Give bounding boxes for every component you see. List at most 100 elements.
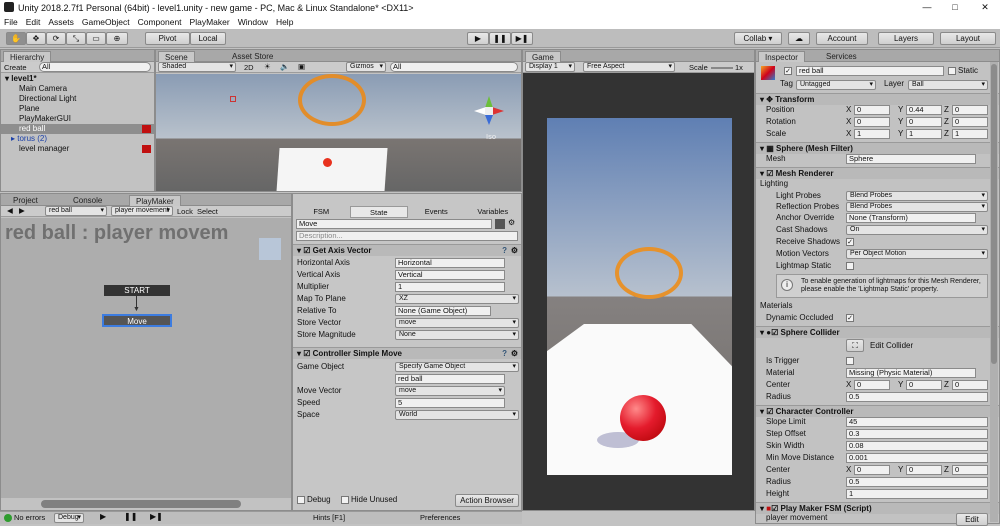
tab-variables[interactable]: Variables xyxy=(465,206,522,218)
menu-help[interactable]: Help xyxy=(276,17,293,27)
plane-object[interactable] xyxy=(276,148,388,191)
hierarchy-item[interactable]: Main Camera xyxy=(1,84,154,94)
skin-width-input[interactable]: 0.08 xyxy=(846,441,988,451)
step-button[interactable]: ▶❚ xyxy=(511,32,533,45)
layers-dropdown[interactable]: Layers xyxy=(878,32,934,45)
tab-services[interactable]: Services xyxy=(820,51,863,62)
action-browser-button[interactable]: Action Browser xyxy=(455,494,519,507)
layer-dropdown[interactable]: Ball xyxy=(908,80,988,90)
graph-horizontal-scrollbar[interactable] xyxy=(41,500,241,508)
hide-unused-checkbox[interactable] xyxy=(341,496,349,504)
store-magnitude-dropdown[interactable]: None xyxy=(395,330,519,340)
hierarchy-item[interactable]: Plane xyxy=(1,104,154,114)
hierarchy-item[interactable]: level manager xyxy=(1,144,154,154)
play-icon[interactable]: ▶ xyxy=(100,512,106,521)
hierarchy-search-input[interactable]: All xyxy=(39,62,151,72)
hand-tool-icon[interactable]: ✋ xyxy=(6,32,26,45)
torus-object[interactable] xyxy=(298,74,366,126)
position-x-input[interactable]: 0 xyxy=(854,105,890,115)
rotation-y-input[interactable]: 0 xyxy=(906,117,942,127)
tab-console[interactable]: Console xyxy=(67,195,108,206)
slope-limit-input[interactable]: 45 xyxy=(846,417,988,427)
character-controller-header[interactable]: ▾ ☑ Character Controller xyxy=(756,405,999,417)
min-move-distance-input[interactable]: 0.001 xyxy=(846,453,988,463)
scale-slider[interactable] xyxy=(711,67,733,69)
controller-simple-move-header[interactable]: ▾ ☑ Controller Simple Move ? ⚙ xyxy=(293,347,521,359)
receive-shadows-checkbox[interactable]: ✓ xyxy=(846,238,854,246)
state-color-swatch[interactable] xyxy=(495,219,505,229)
materials-foldout[interactable]: Materials xyxy=(760,301,792,311)
vertical-axis-input[interactable]: Vertical xyxy=(395,270,505,280)
tab-project[interactable]: Project xyxy=(7,195,44,206)
lighting-toggle-icon[interactable]: ☀ xyxy=(264,62,271,71)
scene-search-input[interactable]: All xyxy=(390,62,518,72)
move-tool-icon[interactable]: ✥ xyxy=(26,32,46,45)
relative-to-field[interactable]: None (Game Object) xyxy=(395,306,491,316)
tab-state[interactable]: State xyxy=(349,206,408,218)
motion-vectors-dropdown[interactable]: Per Object Motion xyxy=(846,249,988,259)
cast-shadows-dropdown[interactable]: On xyxy=(846,225,988,235)
tab-events[interactable]: Events xyxy=(408,206,465,218)
object-name-input[interactable]: red ball xyxy=(796,66,944,76)
collider-center-y[interactable]: 0 xyxy=(906,380,942,390)
tab-inspector[interactable]: Inspector xyxy=(758,51,805,62)
shading-dropdown[interactable]: Shaded xyxy=(158,62,236,72)
horizontal-axis-input[interactable]: Horizontal xyxy=(395,258,505,268)
scene-root[interactable]: ▾ level1* xyxy=(1,74,154,84)
edit-fsm-button[interactable]: Edit xyxy=(956,513,988,526)
play-button[interactable]: ▶ xyxy=(467,32,489,45)
collider-center-x[interactable]: 0 xyxy=(854,380,890,390)
multiplier-input[interactable]: 1 xyxy=(395,282,505,292)
edit-collider-icon[interactable]: ⛶ xyxy=(846,339,864,352)
hierarchy-item[interactable]: PlayMakerGUI xyxy=(1,114,154,124)
rect-tool-icon[interactable]: ▭ xyxy=(86,32,106,45)
scene-viewport[interactable]: Iso xyxy=(156,74,521,191)
tag-dropdown[interactable]: Untagged xyxy=(796,80,876,90)
controller-center-z[interactable]: 0 xyxy=(952,465,988,475)
space-dropdown[interactable]: World xyxy=(395,410,519,420)
cloud-icon[interactable]: ☁ xyxy=(788,32,810,45)
lighting-foldout[interactable]: Lighting xyxy=(760,179,788,189)
forward-arrow-icon[interactable]: ▶ xyxy=(19,206,25,215)
light-probes-dropdown[interactable]: Blend Probes xyxy=(846,191,988,201)
gizmos-dropdown[interactable]: Gizmos xyxy=(346,62,386,72)
collider-center-z[interactable]: 0 xyxy=(952,380,988,390)
inspector-scrollbar[interactable] xyxy=(990,62,998,522)
scale-tool-icon[interactable]: ⤡ xyxy=(66,32,86,45)
controller-radius-input[interactable]: 0.5 xyxy=(846,477,988,487)
tab-game[interactable]: Game xyxy=(525,51,561,62)
menu-playmaker[interactable]: PlayMaker xyxy=(190,17,230,27)
tab-fsm[interactable]: FSM xyxy=(293,206,350,218)
hierarchy-item[interactable]: ▸ torus (2) xyxy=(1,134,154,144)
start-event[interactable]: START xyxy=(104,285,170,296)
dynamic-occluded-checkbox[interactable]: ✓ xyxy=(846,314,854,322)
store-vector-dropdown[interactable]: move xyxy=(395,318,519,328)
lightmap-static-checkbox[interactable] xyxy=(846,262,854,270)
position-z-input[interactable]: 0 xyxy=(952,105,988,115)
collab-button[interactable]: Collab ▾ xyxy=(734,32,782,45)
scene-orientation-gizmo[interactable] xyxy=(474,96,504,126)
is-trigger-checkbox[interactable] xyxy=(846,357,854,365)
fsm-dropdown[interactable]: player movement xyxy=(111,206,173,216)
rotate-tool-icon[interactable]: ⟳ xyxy=(46,32,66,45)
hierarchy-item[interactable]: Directional Light xyxy=(1,94,154,104)
physic-material-field[interactable]: Missing (Physic Material) xyxy=(846,368,976,378)
move-vector-dropdown[interactable]: move xyxy=(395,386,505,396)
reflection-probes-dropdown[interactable]: Blend Probes xyxy=(846,202,988,212)
minimize-button[interactable]: — xyxy=(912,0,942,15)
close-button[interactable]: ✕ xyxy=(970,0,1000,15)
fsm-graph-canvas[interactable]: red ball : player movem START ▼ Move xyxy=(1,218,291,498)
effects-toggle-icon[interactable]: ▣ xyxy=(298,62,305,71)
mesh-filter-header[interactable]: ▾ ▦ Sphere (Mesh Filter) xyxy=(756,142,999,154)
ball-object[interactable] xyxy=(323,158,332,167)
back-arrow-icon[interactable]: ◀ xyxy=(7,206,13,215)
gear-icon[interactable]: ⚙ xyxy=(511,245,518,256)
game-object-field[interactable]: red ball xyxy=(395,374,505,384)
pause-icon[interactable]: ❚❚ xyxy=(124,512,137,521)
scale-x-input[interactable]: 1 xyxy=(854,129,890,139)
get-axis-vector-header[interactable]: ▾ ☑ Get Axis Vector ? ⚙ xyxy=(293,244,521,256)
layout-dropdown[interactable]: Layout xyxy=(940,32,996,45)
scale-y-input[interactable]: 1 xyxy=(906,129,942,139)
local-toggle[interactable]: Local xyxy=(190,32,226,45)
menu-assets[interactable]: Assets xyxy=(48,17,74,27)
